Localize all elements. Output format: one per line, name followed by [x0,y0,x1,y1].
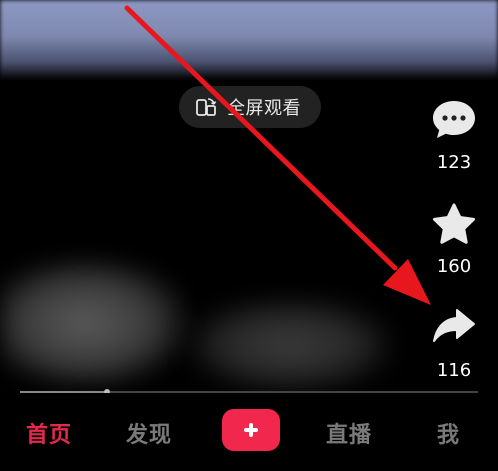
comment-count: 123 [436,152,472,173]
share-arrow-icon [433,309,475,342]
tab-me[interactable]: 我 [437,417,460,449]
plus-icon [249,423,253,437]
video-top-blurred-strip [0,0,498,80]
star-icon [433,203,475,244]
share-count: 116 [436,360,472,381]
blurred-video-content [0,258,190,388]
fullscreen-label: 全屏观看 [227,98,301,119]
fullscreen-button[interactable]: 全屏观看 [179,86,321,128]
tab-home[interactable]: 首页 [26,417,72,449]
comment-bubble-icon [433,101,475,138]
bottom-tab-bar: 首页 发现 直播 我 [0,393,498,471]
tab-discover[interactable]: 发现 [126,417,172,449]
create-button[interactable] [222,409,280,451]
favorite-count: 160 [436,256,472,277]
blurred-video-content [190,300,390,390]
rotate-screen-icon [196,98,217,116]
tab-live[interactable]: 直播 [326,417,372,449]
